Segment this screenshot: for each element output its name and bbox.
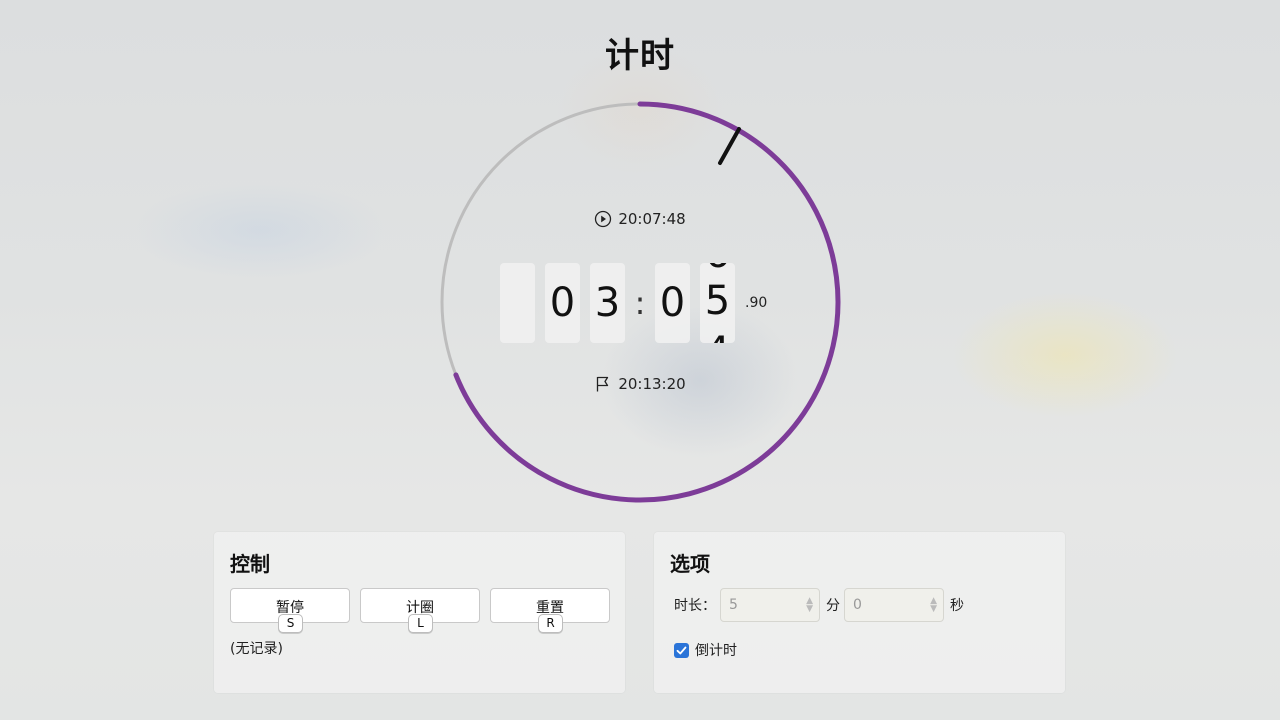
countdown-option[interactable]: 倒计时	[674, 640, 737, 660]
minutes-value: 5	[729, 597, 738, 613]
countdown-label: 倒计时	[695, 643, 737, 659]
lap-shortcut-key: L	[408, 614, 433, 633]
controls-heading: 控制	[230, 552, 270, 576]
end-time-row: 20:13:20	[438, 375, 842, 393]
minutes-spinner-icon[interactable]: ▲ ▼	[806, 597, 813, 614]
lap-button[interactable]: 计圈 L	[360, 588, 480, 633]
time-separator: :	[634, 284, 646, 322]
digit-minutes-ones: 3	[590, 263, 625, 343]
timer-digits: 0 3 : 0 6 5 4 .90	[500, 262, 767, 344]
timer-dial: 20:07:48 0 3 : 0 6 5 4 .90 20:13:20	[438, 100, 842, 504]
seconds-spinner-icon[interactable]: ▲ ▼	[930, 597, 937, 614]
start-time-row: 20:07:48	[438, 210, 842, 228]
laps-empty-text: (无记录)	[230, 641, 283, 657]
pause-shortcut-key: S	[278, 614, 303, 633]
digit-prev: 6	[700, 263, 735, 277]
options-panel: 选项 时长： 5 ▲ ▼ 分 0 ▲ ▼ 秒 倒计时	[654, 532, 1065, 693]
seconds-input[interactable]: 0 ▲ ▼	[844, 588, 944, 622]
check-icon	[676, 646, 687, 654]
play-circle-icon	[595, 210, 612, 228]
digit-next: 4	[700, 329, 735, 343]
minutes-input[interactable]: 5 ▲ ▼	[720, 588, 820, 622]
end-time: 20:13:20	[618, 375, 686, 393]
milliseconds: .90	[745, 295, 768, 311]
reset-button[interactable]: 重置 R	[490, 588, 610, 633]
seconds-hand	[718, 127, 741, 165]
reset-shortcut-key: R	[538, 614, 563, 633]
start-time: 20:07:48	[618, 210, 686, 228]
digit-current: 5	[704, 278, 731, 324]
controls-panel: 控制 暂停 S 计圈 L 重置 R (无记录)	[214, 532, 625, 693]
digit-seconds-tens: 0	[655, 263, 690, 343]
minutes-unit: 分	[826, 598, 840, 614]
digit-blank	[500, 263, 535, 343]
duration-row: 时长： 5 ▲ ▼ 分 0 ▲ ▼ 秒	[674, 588, 964, 622]
countdown-checkbox[interactable]	[674, 642, 689, 658]
page-title: 计时	[605, 36, 675, 76]
digit-minutes-tens: 0	[545, 263, 580, 343]
seconds-unit: 秒	[950, 598, 964, 614]
flag-icon	[597, 376, 609, 392]
pause-button[interactable]: 暂停 S	[230, 588, 350, 633]
seconds-value: 0	[853, 597, 862, 613]
duration-label: 时长：	[674, 598, 716, 614]
options-heading: 选项	[670, 552, 710, 576]
digit-seconds-ones: 6 5 4	[700, 263, 735, 343]
